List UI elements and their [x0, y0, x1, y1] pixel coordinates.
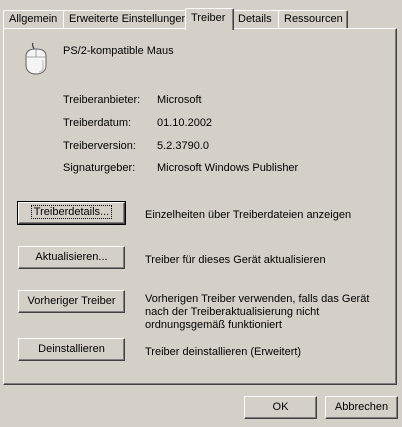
tab-strip: Allgemein Erweiterte Einstellungen Treib… — [3, 8, 399, 30]
uninstall-driver-description: Treiber deinstallieren (Erweitert) — [145, 346, 302, 358]
version-label: Treiberversion: — [63, 140, 136, 152]
signer-value: Microsoft Windows Publisher — [157, 162, 299, 174]
provider-value: Microsoft — [157, 94, 202, 106]
tab-erweiterte-einstellungen[interactable]: Erweiterte Einstellungen — [63, 10, 188, 28]
tab-ressourcen[interactable]: Ressourcen — [278, 10, 348, 28]
update-driver-description: Treiber für dieses Gerät aktualisieren — [145, 254, 326, 266]
version-value: 5.2.3790.0 — [157, 140, 209, 152]
tab-treiber[interactable]: Treiber — [185, 8, 234, 30]
cancel-button[interactable]: Abbrechen — [325, 396, 398, 419]
tab-panel-treiber: PS/2-kompatible Maus Treiberanbieter: Mi… — [3, 28, 397, 385]
date-label: Treiberdatum: — [63, 117, 132, 129]
tab-allgemein[interactable]: Allgemein — [3, 10, 65, 28]
driver-details-button[interactable]: Treiberdetails... — [17, 201, 126, 225]
mouse-icon — [25, 42, 47, 75]
ok-button[interactable]: OK — [244, 396, 317, 419]
tab-details[interactable]: Details — [232, 10, 282, 28]
date-value: 01.10.2002 — [157, 117, 213, 129]
device-name: PS/2-kompatible Maus — [63, 45, 174, 57]
driver-details-button-label: Treiberdetails... — [30, 205, 113, 219]
rollback-driver-description: Vorherigen Treiber verwenden, falls das … — [145, 293, 370, 331]
driver-details-description: Einzelheiten über Treiberdateien anzeige… — [145, 209, 352, 221]
uninstall-driver-button[interactable]: Deinstallieren — [18, 338, 125, 361]
signer-label: Signaturgeber: — [63, 162, 136, 174]
rollback-driver-button[interactable]: Vorheriger Treiber — [18, 290, 125, 313]
provider-label: Treiberanbieter: — [63, 94, 141, 106]
update-driver-button[interactable]: Aktualisieren... — [18, 246, 125, 269]
